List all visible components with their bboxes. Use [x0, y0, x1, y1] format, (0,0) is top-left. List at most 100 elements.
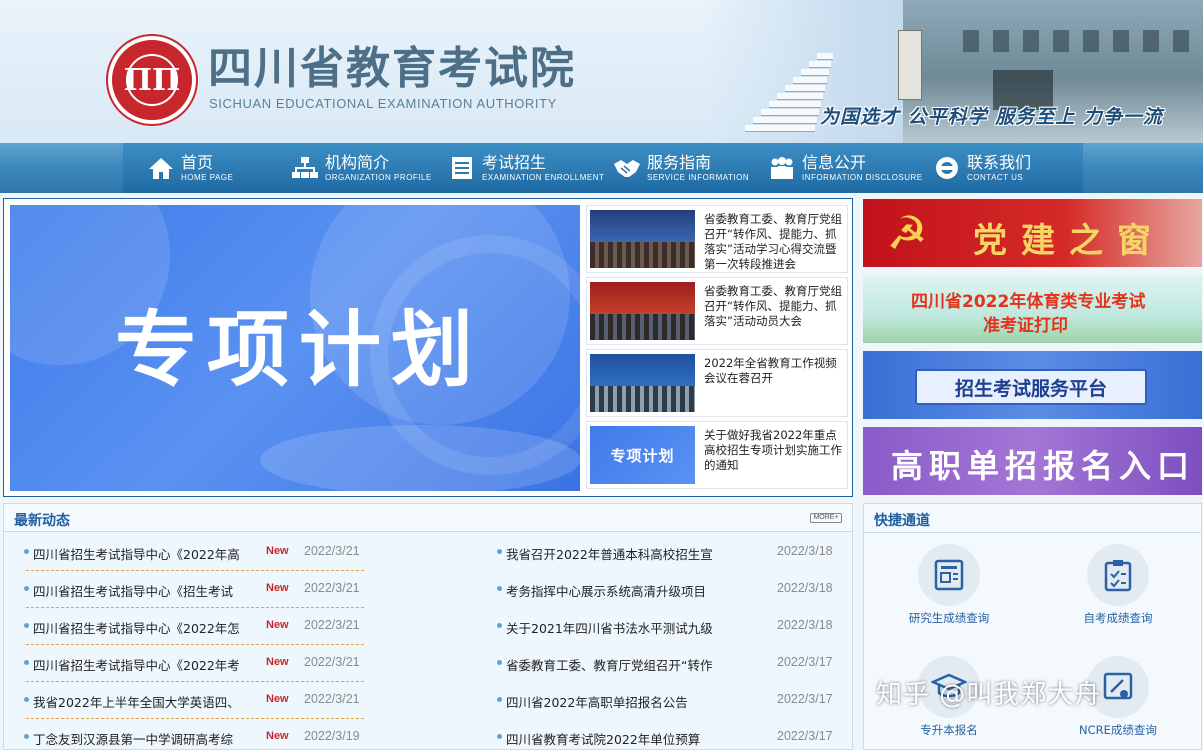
nav-organization-sub: ORGANIZATION PROFILE [325, 172, 432, 182]
nav-contact-us-sub: CONTACT US [967, 172, 1024, 182]
new-badge: New [266, 619, 289, 631]
news-list-date: 2022/3/21 [304, 581, 360, 595]
banner-title: 专项计划 [115, 303, 484, 398]
quick-access-title: 快捷通道 [874, 513, 930, 529]
news-headline: 省委教育工委、教育厅党组召开“转作风、提能力、抓落实”活动动员大会 [704, 284, 842, 328]
news-list-title: 四川省招生考试指导中心《2022年高 [33, 547, 240, 562]
sports-exam-title: 四川省2022年体育类专业考试 [911, 292, 1146, 312]
news-list-title: 我省2022年上半年全国大学英语四、 [33, 695, 240, 710]
quick-self-exam-score[interactable]: 自考成绩查询 [1057, 544, 1177, 634]
bullet-icon [24, 734, 29, 739]
news-list-title: 我省召开2022年普通本科高校招生宣 [506, 547, 713, 562]
feature-news-card[interactable]: 省委教育工委、教育厅党组召开“转作风、提能力、抓落实”活动学习心得交流暨第一次转… [586, 205, 848, 273]
nav-organization[interactable]: 机构简介 ORGANIZATION PROFILE [291, 143, 432, 193]
news-list-item[interactable]: 四川省招生考试指导中心《2022年高 New 2022/3/21 [4, 534, 364, 571]
more-button[interactable]: MORE+ [810, 513, 842, 523]
nav-organization-label: 机构简介 [325, 152, 390, 172]
news-list-date: 2022/3/18 [777, 618, 833, 632]
site-name: 四川省教育考试院 [208, 43, 576, 94]
site-name-en: SICHUAN EDUCATIONAL EXAMINATION AUTHORIT… [209, 96, 557, 111]
people-icon [768, 154, 796, 182]
quick-access-section: 快捷通道 研究生成绩查询 自考成绩查询 专升本报名 NCRE成绩查询 [863, 503, 1202, 750]
news-list-date: 2022/3/21 [304, 618, 360, 632]
home-icon [147, 154, 175, 182]
news-thumbnail: 专项计划 [590, 426, 695, 484]
nav-contact-us[interactable]: 联系我们 CONTACT US [933, 143, 1031, 193]
nav-contact-us-label: 联系我们 [967, 152, 1032, 172]
news-list-item[interactable]: 我省召开2022年普通本科高校招生宣 2022/3/18 [477, 534, 837, 571]
news-list-item[interactable]: 四川省招生考试指导中心《2022年怎 New 2022/3/21 [4, 608, 364, 645]
news-thumbnail [590, 282, 695, 340]
news-headline: 2022年全省教育工作视频会议在蓉召开 [704, 356, 837, 385]
news-list-item[interactable]: 考务指挥中心展示系统高清升级项目 2022/3/18 [477, 571, 837, 608]
vocational-enrollment-label: 高职单招报名入口 [891, 447, 1196, 485]
news-list-item[interactable]: 四川省2022年高职单招报名公告 2022/3/17 [477, 682, 837, 719]
handshake-icon [613, 154, 641, 182]
vocational-enrollment-banner[interactable]: 高职单招报名入口 [863, 427, 1202, 495]
sports-exam-subtitle: 准考证打印 [983, 316, 1068, 336]
feature-section: 专项计划 省委教育工委、教育厅党组召开“转作风、提能力、抓落实”活动学习心得交流… [3, 198, 853, 497]
news-list-title: 关于2021年四川省书法水平测试九级 [506, 621, 713, 636]
news-list-date: 2022/3/21 [304, 544, 360, 558]
news-list-item[interactable]: 关于2021年四川省书法水平测试九级 2022/3/18 [477, 608, 837, 645]
feature-news-card[interactable]: 2022年全省教育工作视频会议在蓉召开 [586, 349, 848, 417]
nav-home[interactable]: 首页 HOME PAGE [147, 143, 233, 193]
bullet-icon [497, 586, 502, 591]
party-building-label: 党建之窗 [973, 221, 1165, 261]
news-thumbnail-text: 专项计划 [610, 446, 675, 465]
news-list-item[interactable]: 四川省招生考试指导中心《招生考试 New 2022/3/21 [4, 571, 364, 608]
nav-exam-enrollment-label: 考试招生 [482, 152, 547, 172]
news-headline: 关于做好我省2022年重点高校招生专项计划实施工作的通知 [704, 428, 842, 472]
news-list-item[interactable]: 我省2022年上半年全国大学英语四、 New 2022/3/21 [4, 682, 364, 719]
news-list-title: 四川省教育考试院2022年单位预算 [506, 732, 701, 747]
party-building-banner[interactable]: ☭ 党建之窗 [863, 199, 1202, 267]
news-list-item[interactable]: 丁念友到汉源县第一中学调研高考综 New 2022/3/19 [4, 719, 364, 750]
nav-service-guide-label: 服务指南 [647, 152, 712, 172]
nav-info-disclosure[interactable]: 信息公开 INFORMATION DISCLOSURE [768, 143, 923, 193]
site-logo[interactable]: ΠΠ [108, 36, 196, 124]
main-nav-bar: 首页 HOME PAGE 机构简介 ORGANIZATION PROFILE 考试招… [123, 143, 1083, 193]
header-plaque [898, 30, 922, 100]
feature-banner[interactable]: 专项计划 [10, 205, 580, 491]
org-chart-icon [291, 154, 319, 182]
site-header: ΠΠ 四川省教育考试院 SICHUAN EDUCATIONAL EXAMINAT… [0, 0, 1203, 143]
nav-exam-enrollment[interactable]: 考试招生 EXAMINATION ENROLLMENT [448, 143, 604, 193]
quick-upgrade-enroll[interactable]: 专升本报名 [888, 656, 1008, 746]
nav-service-guide-sub: SERVICE INFORMATION [647, 172, 750, 182]
news-list-title: 四川省招生考试指导中心《2022年怎 [33, 621, 240, 636]
news-list-date: 2022/3/17 [777, 729, 833, 743]
quick-access-divider [864, 532, 1201, 533]
news-list-date: 2022/3/17 [777, 655, 833, 669]
bullet-icon [497, 660, 502, 665]
feature-news-card[interactable]: 专项计划 关于做好我省2022年重点高校招生专项计划实施工作的通知 [586, 421, 848, 489]
news-list-item[interactable]: 省委教育工委、教育厅党组召开“转作 2022/3/17 [477, 645, 837, 682]
bullet-icon [497, 697, 502, 702]
bullet-icon [497, 549, 502, 554]
new-badge: New [266, 545, 289, 557]
news-list-date: 2022/3/18 [777, 544, 833, 558]
nav-service-guide[interactable]: 服务指南 SERVICE INFORMATION [613, 143, 749, 193]
news-headline: 省委教育工委、教育厅党组召开“转作风、提能力、抓落实”活动学习心得交流暨第一次转… [704, 212, 842, 271]
feature-news-card[interactable]: 省委教育工委、教育厅党组召开“转作风、提能力、抓落实”活动动员大会 [586, 277, 848, 345]
news-list-date: 2022/3/19 [304, 729, 360, 743]
news-list-title: 四川省招生考试指导中心《招生考试 [33, 584, 234, 599]
sports-exam-banner[interactable]: 四川省2022年体育类专业考试 准考证打印 [863, 275, 1202, 343]
new-badge: New [266, 656, 289, 668]
news-list-item[interactable]: 四川省教育考试院2022年单位预算 2022/3/17 [477, 719, 837, 750]
quick-grad-score[interactable]: 研究生成绩查询 [888, 544, 1008, 634]
news-list-title: 省委教育工委、教育厅党组召开“转作 [506, 658, 713, 673]
exam-service-platform-banner[interactable]: 招生考试服务平台 [863, 351, 1202, 419]
quick-ncre-score[interactable]: NCRE成绩查询 [1057, 656, 1177, 746]
news-list-title: 丁念友到汉源县第一中学调研高考综 [33, 732, 234, 747]
new-badge: New [266, 730, 289, 742]
news-list-item[interactable]: 四川省招生考试指导中心《2022年考 New 2022/3/21 [4, 645, 364, 682]
new-badge: New [266, 582, 289, 594]
latest-news-section: 最新动态 MORE+ 四川省招生考试指导中心《2022年高 New 2022/3/2… [3, 503, 853, 750]
news-list-date: 2022/3/21 [304, 655, 360, 669]
news-thumbnail [590, 210, 695, 268]
news-list-title: 考务指挥中心展示系统高清升级项目 [506, 584, 707, 599]
news-list-title: 四川省招生考试指导中心《2022年考 [33, 658, 240, 673]
quick-grad-score-label: 研究生成绩查询 [908, 611, 990, 625]
id-card-icon [918, 544, 980, 606]
news-thumbnail [590, 354, 695, 412]
